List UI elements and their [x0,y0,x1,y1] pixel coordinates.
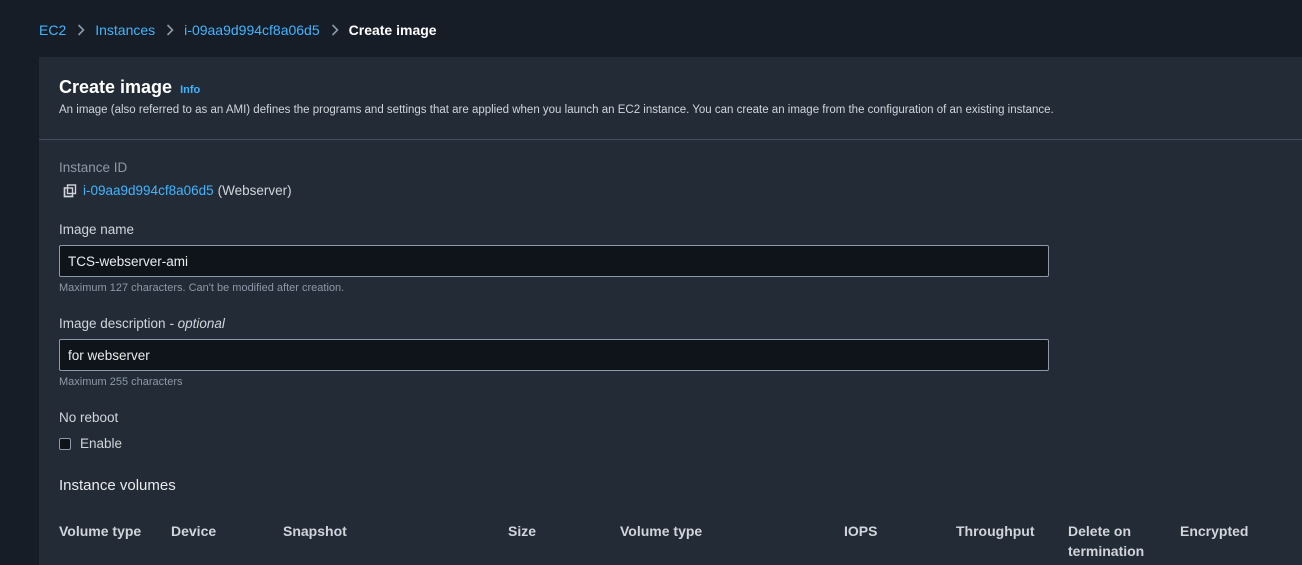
breadcrumb-instance-id[interactable]: i-09aa9d994cf8a06d5 [184,22,319,38]
chevron-right-icon [77,24,85,36]
instance-name: (Webserver) [217,183,292,198]
column-header[interactable]: Snapshot [283,521,347,541]
enable-label[interactable]: Enable [80,436,122,451]
breadcrumb-ec2[interactable]: EC2 [39,22,66,38]
chevron-right-icon [331,24,339,36]
panel-header: Create image Info An image (also referre… [39,57,1302,140]
no-reboot-checkbox[interactable] [59,438,71,450]
image-description-label-text: Image description [59,316,166,331]
image-name-input[interactable] [59,245,1049,277]
breadcrumb-current: Create image [348,22,437,38]
column-header[interactable]: Device [171,521,216,541]
optional-tag: - optional [169,316,225,331]
image-name-hint: Maximum 127 characters. Can't be modifie… [59,282,345,294]
page-description: An image (also referred to as an AMI) de… [59,104,1054,116]
no-reboot-label: No reboot [59,410,119,425]
breadcrumb: EC2 Instances i-09aa9d994cf8a06d5 Create… [39,20,437,40]
chevron-right-icon [166,24,174,36]
instance-id-value: i-09aa9d994cf8a06d5 (Webserver) [63,183,292,198]
column-header[interactable]: Throughput [956,521,1035,541]
page-title: Create image [59,77,173,97]
column-header[interactable]: Delete on termination [1068,521,1168,561]
breadcrumb-instances[interactable]: Instances [95,22,155,38]
instance-id-link[interactable]: i-09aa9d994cf8a06d5 [83,183,214,198]
column-header[interactable]: Volume type [620,521,702,541]
column-header[interactable]: Volume type [59,521,141,541]
column-header[interactable]: IOPS [844,521,877,541]
column-header[interactable]: Encrypted [1180,521,1248,541]
image-name-label: Image name [59,222,135,237]
create-image-panel: Create image Info An image (also referre… [39,57,1302,565]
image-description-input[interactable] [59,339,1049,371]
image-description-hint: Maximum 255 characters [59,376,183,388]
image-description-label: Image description - optional [59,316,225,331]
instance-volumes-title: Instance volumes [59,477,176,494]
info-link[interactable]: Info [180,84,200,96]
instance-id-label: Instance ID [59,160,128,175]
no-reboot-checkbox-row[interactable]: Enable [59,436,122,451]
copy-icon[interactable] [63,183,77,198]
column-header[interactable]: Size [508,521,536,541]
